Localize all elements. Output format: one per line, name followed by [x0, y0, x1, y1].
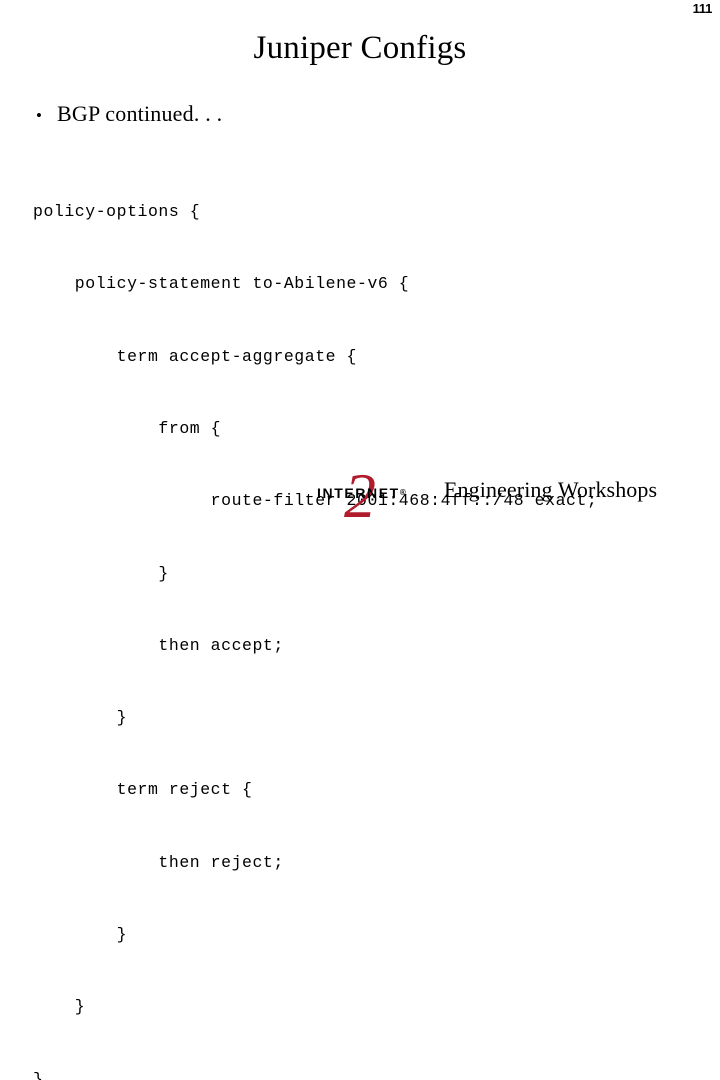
code-line: policy-statement to-Abilene-v6 { [33, 274, 410, 294]
code-line: } [33, 997, 86, 1017]
bullet-list: • BGP continued. . . [36, 100, 676, 130]
footer-label: Engineering Workshops [444, 477, 658, 502]
code-line: term accept-aggregate { [33, 346, 357, 366]
internet2-wordmark: INTERNET® [317, 485, 406, 501]
code-line: } [33, 708, 128, 728]
slide-canvas: { "slide": { "page_number": "111", "titl… [0, 0, 720, 1080]
registered-trademark-icon: ® [399, 488, 406, 497]
code-line: then accept; [33, 635, 284, 655]
page-number: 111 [692, 1, 713, 16]
bullet-point-icon: • [36, 106, 42, 125]
code-line: policy-options { [33, 202, 201, 222]
bullet-item-label: BGP continued. . . [57, 101, 223, 126]
code-block: policy-options { policy-statement to-Abi… [33, 152, 597, 1080]
code-line: } [33, 563, 169, 583]
code-line: from { [33, 419, 222, 439]
code-line: } [33, 925, 128, 944]
code-line: term reject { [33, 780, 253, 800]
code-line: then reject; [33, 852, 284, 872]
list-item: • BGP continued. . . [36, 100, 676, 130]
slide-footer: 2 INTERNET® Engineering Workshops [316, 464, 716, 528]
internet2-wordmark-text: INTERNET [317, 485, 400, 501]
code-line: } [33, 1069, 44, 1080]
page-title: Juniper Configs [253, 30, 467, 66]
internet2-logo: 2 INTERNET® [316, 464, 428, 528]
